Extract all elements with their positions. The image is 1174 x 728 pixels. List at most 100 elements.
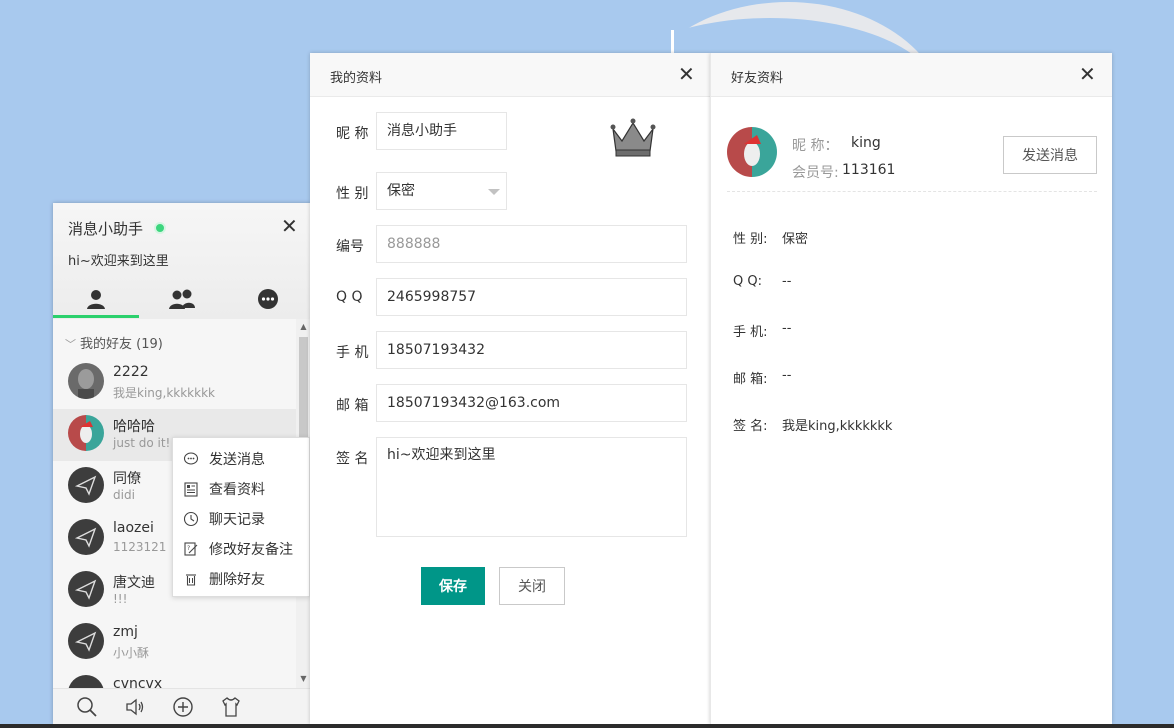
avatar [68,467,104,503]
profile-card-icon [184,482,198,497]
speaker-icon[interactable] [123,695,147,719]
trash-icon [186,574,196,586]
signature-label: 签 名: [733,419,768,434]
friend-name: zmj [113,624,138,640]
menu-item-label: 删除好友 [209,572,265,588]
avatar [68,675,104,688]
list-item[interactable]: cvncvx [53,669,296,688]
close-button[interactable]: 关闭 [499,567,565,605]
add-circle-icon[interactable] [171,695,195,719]
nickname-field[interactable]: 消息小助手 [376,112,507,150]
skin-shirt-icon[interactable] [219,695,243,719]
avatar [727,127,777,177]
user-name: 消息小助手 [68,220,144,238]
tab-friends[interactable] [53,281,139,317]
online-status-icon [154,222,166,234]
taskbar-edge [0,724,1174,728]
gender-select[interactable]: 保密 [376,172,507,210]
panel-title: 好友资料 [731,71,784,86]
gender-label: 性 别: [733,232,768,247]
email-label: 邮 箱: [733,372,768,387]
phone-label: 手 机: [733,325,768,340]
menu-item-delete-friend[interactable]: 删除好友 [173,564,309,594]
user-signature[interactable]: hi~欢迎来到这里 [68,250,169,269]
qq-field[interactable]: 2465998757 [376,278,687,316]
svg-text:?: ? [187,545,190,552]
phone-field[interactable]: 18507193432 [376,331,687,369]
chat-bubble-icon [183,452,199,465]
email-label: 邮 箱 [336,398,369,414]
list-item[interactable]: 2222 我是king,kkkkkkk [53,357,296,409]
close-icon[interactable]: ✕ [1079,63,1096,85]
menu-item-send-message[interactable]: 发送消息 [173,444,309,474]
avatar [68,415,104,451]
nickname-label: 昵 称： [792,138,839,154]
menu-item-label: 聊天记录 [209,512,265,528]
main-panel-footer [53,688,311,724]
my-profile-header: 我的资料 ✕ [310,53,710,97]
main-panel-header: 消息小助手 ✕ hi~欢迎来到这里 [53,203,311,319]
friend-name: 同僚 [113,471,141,487]
menu-item-view-profile[interactable]: 查看资料 [173,474,309,504]
gender-label: 性 别 [336,186,369,202]
phone-value: -- [782,321,792,336]
qq-label: Q Q: [733,274,762,289]
friend-name: 唐文迪 [113,575,155,591]
friend-name: 2222 [113,364,149,380]
gender-value: 保密 [782,232,809,247]
group-icon [169,289,195,309]
menu-item-chat-history[interactable]: 聊天记录 [173,504,309,534]
panel-title: 我的资料 [330,71,383,86]
scroll-down-icon[interactable]: ▼ [299,674,308,684]
friend-name: laozei [113,520,154,536]
tab-messages[interactable] [225,281,311,317]
menu-item-edit-remark[interactable]: ? 修改好友备注 [173,534,309,564]
friend-signature: didi [113,488,135,502]
friend-signature: 我是king,kkkkkkk [113,386,215,400]
my-profile-panel: 我的资料 ✕ 昵 称 消息小助手 性 别 保密 编号 888888 Q Q 24… [310,53,710,724]
email-value: -- [782,368,792,383]
tab-active-indicator [53,315,139,318]
friend-name: cvncvx [113,676,163,688]
send-message-button[interactable]: 发送消息 [1003,136,1097,174]
friend-group-header[interactable]: ﹀ 我的好友 (19) [65,333,163,352]
person-icon [87,290,105,309]
id-field: 888888 [376,225,687,263]
list-item[interactable]: zmj 小小酥 [53,617,296,669]
signature-textarea[interactable]: hi~欢迎来到这里 [376,437,687,537]
tab-groups[interactable] [139,281,225,317]
friend-signature: 小小酥 [113,646,150,660]
chevron-down-icon: ﹀ [65,338,76,351]
friend-name: 哈哈哈 [113,419,155,435]
friend-profile-header: 好友资料 ✕ [711,53,1112,97]
nickname-label: 昵 称 [336,126,369,142]
edit-note-icon: ? [184,542,198,556]
phone-label: 手 机 [336,345,369,361]
main-close-button[interactable]: ✕ [281,216,298,236]
menu-item-label: 发送消息 [209,452,265,468]
qq-label: Q Q [336,289,363,305]
id-label: 编号 [336,239,364,255]
avatar [68,623,104,659]
clock-icon [183,511,199,527]
save-button[interactable]: 保存 [421,567,485,605]
search-icon[interactable] [75,695,99,719]
menu-item-label: 查看资料 [209,482,265,498]
signature-label: 签 名 [336,451,369,467]
avatar [68,363,104,399]
crown-icon [610,118,656,157]
friend-nickname: king [851,135,881,151]
avatar [68,519,104,555]
member-number: 113161 [842,162,896,178]
avatar [68,571,104,607]
gender-value: 保密 [387,183,415,199]
close-icon[interactable]: ✕ [678,63,695,85]
divider [727,191,1097,192]
chat-dots-icon [258,289,278,309]
member-number-label: 会员号: [792,165,839,181]
email-field[interactable]: 18507193432@163.com [376,384,687,422]
friend-profile-panel: 好友资料 ✕ 昵 称： king 会员号: 113161 发送消息 性 别: 保… [710,53,1112,724]
chevron-down-icon [488,189,500,195]
menu-item-label: 修改好友备注 [209,542,293,558]
scroll-up-icon[interactable]: ▲ [299,322,308,332]
